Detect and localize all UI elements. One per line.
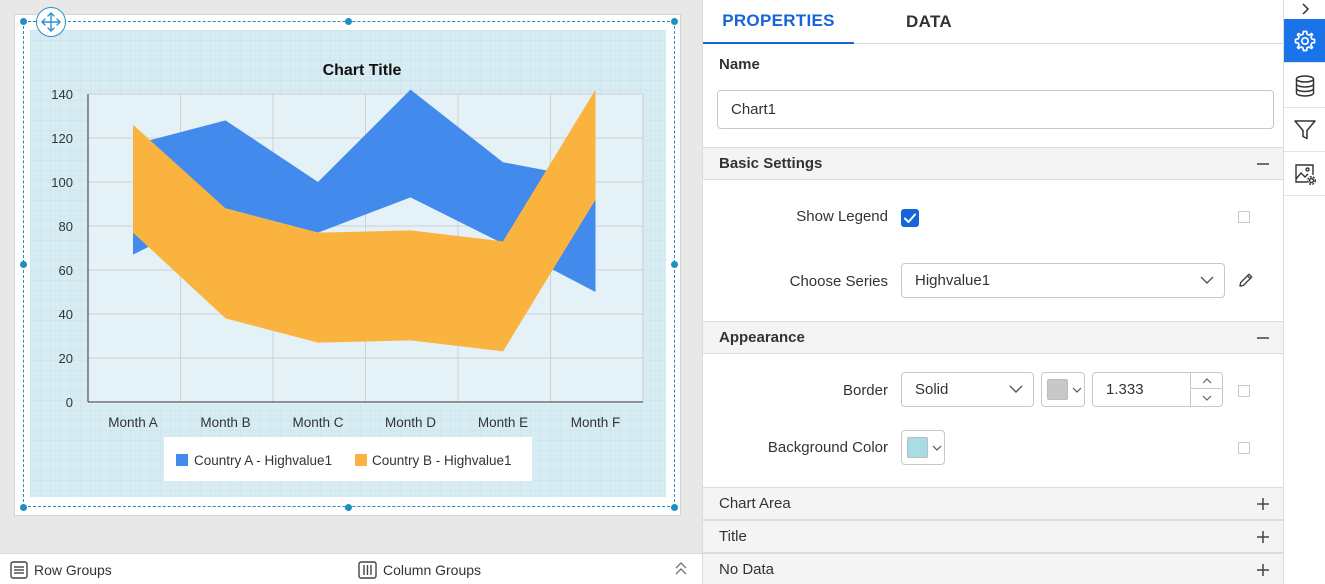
pencil-icon[interactable] — [1237, 271, 1255, 289]
section-title-label: Title — [719, 528, 747, 545]
border-override-checkbox[interactable] — [1238, 385, 1250, 397]
x-tick-label: Month F — [571, 415, 621, 430]
border-width-input[interactable] — [1094, 374, 1190, 405]
legend-label-country-b: Country B - Highvalue1 — [372, 453, 512, 468]
show-legend-label: Show Legend — [796, 208, 888, 225]
x-tick-label: Month B — [200, 415, 250, 430]
section-basic-settings-label: Basic Settings — [719, 155, 823, 172]
chevron-down-icon — [1009, 385, 1023, 393]
double-chevron-up-icon[interactable] — [672, 559, 690, 579]
border-label: Border — [842, 382, 888, 399]
section-no-data[interactable]: No Data — [703, 553, 1283, 584]
name-input[interactable] — [717, 90, 1274, 129]
background-override-checkbox[interactable] — [1238, 442, 1250, 454]
move-icon[interactable] — [36, 7, 66, 37]
y-tick-label: 120 — [51, 131, 73, 146]
decrement-button[interactable] — [1190, 390, 1222, 406]
background-color-swatch — [907, 437, 928, 458]
column-groups-icon — [358, 560, 377, 579]
section-basic-settings[interactable]: Basic Settings — [703, 147, 1283, 180]
section-chart-area-label: Chart Area — [719, 495, 791, 512]
y-tick-label: 140 — [51, 87, 73, 102]
y-tick-label: 40 — [59, 307, 73, 322]
y-tick-label: 80 — [59, 219, 73, 234]
border-width-stepper[interactable] — [1092, 372, 1223, 407]
chevron-up-icon — [1202, 377, 1211, 383]
y-tick-label: 60 — [59, 263, 73, 278]
show-legend-override-checkbox[interactable] — [1238, 211, 1250, 223]
choose-series-label: Choose Series — [789, 273, 888, 290]
filter-rail-button[interactable] — [1284, 108, 1325, 152]
name-label: Name — [719, 56, 760, 73]
x-tick-label: Month E — [478, 415, 528, 430]
tab-properties[interactable]: PROPERTIES — [703, 0, 854, 44]
section-appearance[interactable]: Appearance — [703, 321, 1283, 354]
border-style-dropdown[interactable]: Solid — [901, 372, 1034, 407]
chart[interactable]: Chart Title 0 20 40 60 80 100 120 140 Month A Mon… — [30, 30, 666, 497]
border-color-picker[interactable] — [1041, 372, 1085, 407]
chevron-down-icon — [1202, 395, 1211, 401]
properties-panel: PROPERTIES DATA Name Basic Settings Show… — [702, 0, 1283, 584]
chevron-down-icon — [1072, 387, 1082, 393]
chevron-right-icon — [1302, 3, 1310, 15]
column-groups-button[interactable]: Column Groups — [358, 557, 481, 582]
y-tick-label: 20 — [59, 351, 73, 366]
tab-data[interactable]: DATA — [854, 0, 1004, 44]
row-groups-icon — [10, 560, 28, 579]
section-chart-area[interactable]: Chart Area — [703, 487, 1283, 520]
image-settings-icon — [1295, 163, 1316, 185]
show-legend-checkbox[interactable] — [901, 209, 919, 227]
properties-rail-button[interactable] — [1284, 19, 1325, 63]
x-tick-label: Month D — [385, 415, 436, 430]
database-icon — [1295, 74, 1315, 97]
legend-swatch-country-b — [355, 454, 367, 466]
border-color-swatch — [1047, 379, 1068, 400]
panel-tabs: PROPERTIES DATA — [703, 0, 1283, 44]
legend-swatch-country-a — [176, 454, 188, 466]
chart-title[interactable]: Chart Title — [323, 62, 402, 79]
minus-icon[interactable] — [1256, 154, 1270, 174]
x-tick-label: Month C — [292, 415, 343, 430]
section-appearance-label: Appearance — [719, 329, 805, 346]
expand-panel-button[interactable] — [1284, 0, 1325, 18]
background-color-label: Background Color — [767, 439, 888, 456]
icon-rail — [1283, 0, 1325, 584]
row-groups-label: Row Groups — [34, 561, 112, 578]
image-settings-rail-button[interactable] — [1284, 152, 1325, 196]
choose-series-value: Highvalue1 — [915, 272, 991, 289]
design-surface[interactable]: Chart Title 0 20 40 60 80 100 120 140 Month A Mon… — [0, 0, 702, 553]
section-no-data-label: No Data — [719, 561, 775, 578]
increment-button[interactable] — [1190, 373, 1222, 389]
y-tick-label: 100 — [51, 175, 73, 190]
plus-icon[interactable] — [1256, 527, 1270, 547]
data-rail-button[interactable] — [1284, 64, 1325, 108]
column-groups-label: Column Groups — [383, 561, 482, 578]
choose-series-dropdown[interactable]: Highvalue1 — [901, 263, 1225, 298]
legend-label-country-a: Country A - Highvalue1 — [194, 453, 332, 468]
plus-icon[interactable] — [1256, 494, 1270, 514]
section-title[interactable]: Title — [703, 520, 1283, 553]
row-groups-button[interactable]: Row Groups — [10, 557, 112, 582]
chevron-down-icon — [932, 445, 942, 451]
groups-bar: Row Groups Column Groups — [0, 553, 702, 584]
checkmark-icon — [904, 213, 916, 223]
minus-icon[interactable] — [1256, 328, 1270, 348]
gear-icon — [1294, 30, 1316, 51]
border-style-value: Solid — [915, 381, 949, 398]
x-tick-label: Month A — [108, 415, 158, 430]
filter-icon — [1294, 119, 1316, 139]
y-tick-label: 0 — [66, 395, 73, 410]
chevron-down-icon — [1200, 276, 1214, 284]
plus-icon[interactable] — [1256, 560, 1270, 580]
background-color-picker[interactable] — [901, 430, 945, 465]
